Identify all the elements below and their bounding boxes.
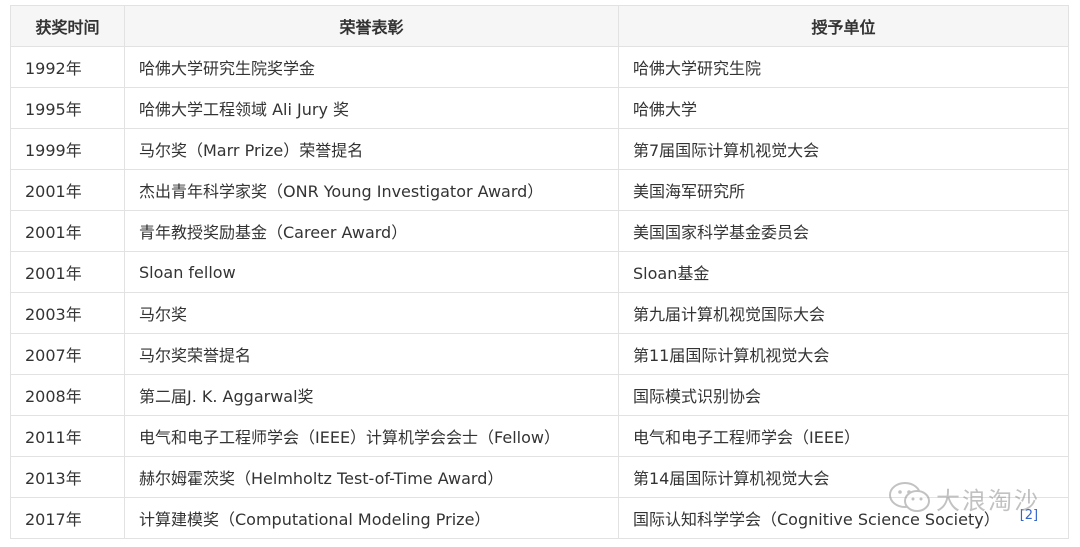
honor-cell: 杰出青年科学家奖（ONR Young Investigator Award） [124, 169, 619, 211]
table-row: 2011年 电气和电子工程师学会（IEEE）计算机学会会士（Fellow） 电气… [10, 415, 1069, 457]
year-cell: 2013年 [10, 456, 125, 498]
org-cell: 哈佛大学 [618, 87, 1069, 129]
year-cell: 2001年 [10, 169, 125, 211]
year-cell: 2008年 [10, 374, 125, 416]
year-cell: 2003年 [10, 292, 125, 334]
org-cell: Sloan基金 [618, 251, 1069, 293]
honor-cell: 马尔奖荣誉提名 [124, 333, 619, 375]
watermark-text: 大浪淘沙 [936, 486, 1040, 515]
honor-cell: 第二届J. K. Aggarwal奖 [124, 374, 619, 416]
honor-cell: 哈佛大学工程领域 Ali Jury 奖 [124, 87, 619, 129]
header-year: 获奖时间 [10, 5, 125, 47]
honor-cell: 马尔奖 [124, 292, 619, 334]
table-row: 2001年 青年教授奖励基金（Career Award） 美国国家科学基金委员会 [10, 210, 1069, 252]
honor-cell: 计算建模奖（Computational Modeling Prize） [124, 497, 619, 539]
year-cell: 1992年 [10, 46, 125, 88]
table-row: 2001年 Sloan fellow Sloan基金 [10, 251, 1069, 293]
honor-cell: 马尔奖（Marr Prize）荣誉提名 [124, 128, 619, 170]
table-row: 2003年 马尔奖 第九届计算机视觉国际大会 [10, 292, 1069, 334]
header-honor: 荣誉表彰 [124, 5, 619, 47]
org-cell: 国际模式识别协会 [618, 374, 1069, 416]
header-org: 授予单位 [618, 5, 1069, 47]
year-cell: 2001年 [10, 210, 125, 252]
org-cell: 第7届国际计算机视觉大会 [618, 128, 1069, 170]
honor-cell: Sloan fellow [124, 251, 619, 293]
honor-cell: 赫尔姆霍茨奖（Helmholtz Test-of-Time Award） [124, 456, 619, 498]
year-cell: 2017年 [10, 497, 125, 539]
honor-cell: 哈佛大学研究生院奖学金 [124, 46, 619, 88]
watermark: 大浪淘沙 [888, 478, 1040, 518]
org-cell: 哈佛大学研究生院 [618, 46, 1069, 88]
wechat-icon [889, 482, 930, 512]
org-cell: 美国国家科学基金委员会 [618, 210, 1069, 252]
honor-cell: 青年教授奖励基金（Career Award） [124, 210, 619, 252]
year-cell: 2001年 [10, 251, 125, 293]
table-row: 2007年 马尔奖荣誉提名 第11届国际计算机视觉大会 [10, 333, 1069, 375]
year-cell: 1995年 [10, 87, 125, 129]
table-row: 1992年 哈佛大学研究生院奖学金 哈佛大学研究生院 [10, 46, 1069, 88]
org-cell: 美国海军研究所 [618, 169, 1069, 211]
year-cell: 1999年 [10, 128, 125, 170]
year-cell: 2007年 [10, 333, 125, 375]
table-header-row: 获奖时间 荣誉表彰 授予单位 [10, 5, 1069, 47]
honor-cell: 电气和电子工程师学会（IEEE）计算机学会会士（Fellow） [124, 415, 619, 457]
table-row: 1995年 哈佛大学工程领域 Ali Jury 奖 哈佛大学 [10, 87, 1069, 129]
table-row: 1999年 马尔奖（Marr Prize）荣誉提名 第7届国际计算机视觉大会 [10, 128, 1069, 170]
table-row: 2008年 第二届J. K. Aggarwal奖 国际模式识别协会 [10, 374, 1069, 416]
honors-table: 获奖时间 荣誉表彰 授予单位 1992年 哈佛大学研究生院奖学金 哈佛大学研究生… [10, 5, 1069, 539]
org-cell: 电气和电子工程师学会（IEEE） [618, 415, 1069, 457]
org-cell: 第11届国际计算机视觉大会 [618, 333, 1069, 375]
table-row: 2001年 杰出青年科学家奖（ONR Young Investigator Aw… [10, 169, 1069, 211]
year-cell: 2011年 [10, 415, 125, 457]
org-cell: 第九届计算机视觉国际大会 [618, 292, 1069, 334]
